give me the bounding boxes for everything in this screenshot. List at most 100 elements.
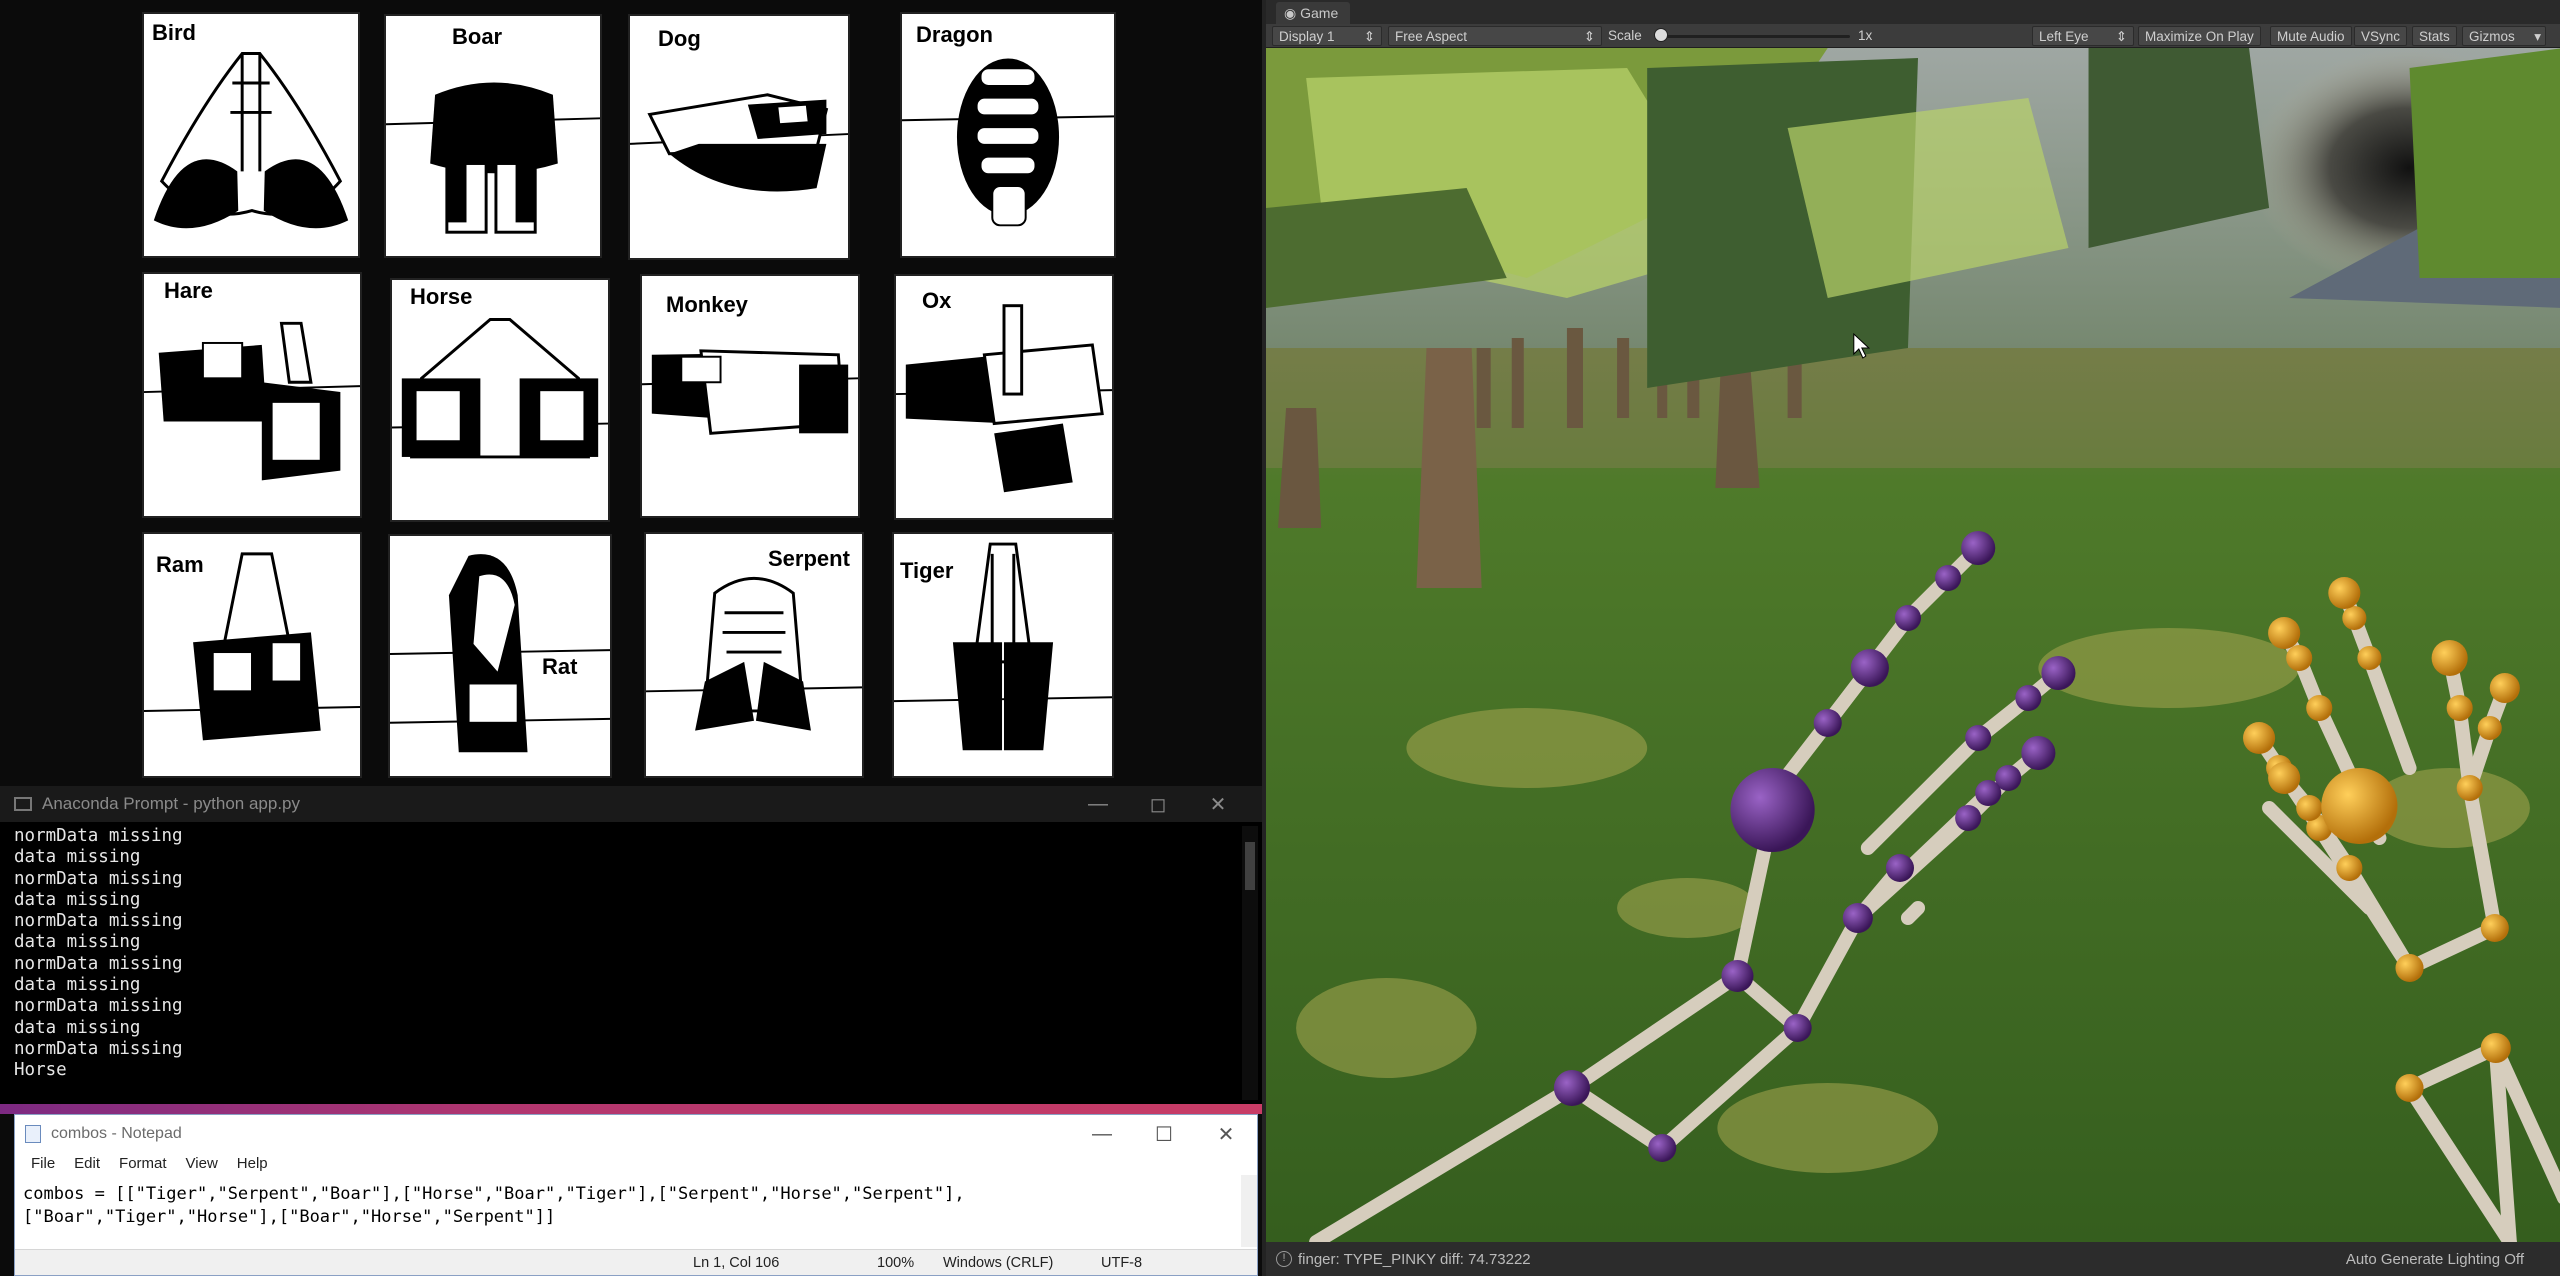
notepad-line-1: combos = [["Tiger","Serpent","Boar"],["H… <box>23 1184 965 1204</box>
sign-label-tiger: Tiger <box>900 558 954 583</box>
eye-label: Left Eye <box>2039 29 2089 44</box>
sign-label-rat: Rat <box>542 654 578 679</box>
console-line: data missing <box>14 1017 141 1038</box>
sign-label-ram: Ram <box>156 552 204 577</box>
display-dropdown[interactable]: Display 1 ⇕ <box>1272 26 1382 46</box>
dropdown-arrow-icon: ⇕ <box>1583 29 1595 44</box>
notepad-maximize-button[interactable]: ☐ <box>1133 1115 1195 1153</box>
minimize-button[interactable]: — <box>1068 786 1128 822</box>
console-line: normData missing <box>14 1038 183 1059</box>
console-line: data missing <box>14 847 141 868</box>
close-button[interactable]: ✕ <box>1188 786 1248 822</box>
sign-label-monkey: Monkey <box>666 292 748 317</box>
sign-label-ox: Ox <box>922 288 952 313</box>
sign-card-bird: Bird <box>142 12 360 258</box>
console-icon <box>14 797 32 811</box>
game-tab-title: Game <box>1300 5 1339 21</box>
menu-format[interactable]: Format <box>111 1153 178 1175</box>
console-line: Horse <box>14 1060 67 1081</box>
notepad-icon <box>25 1125 41 1143</box>
anaconda-title: Anaconda Prompt - python app.py <box>42 794 300 813</box>
menu-edit[interactable]: Edit <box>66 1153 111 1175</box>
lighting-status[interactable]: Auto Generate Lighting Off <box>2346 1251 2524 1268</box>
console-line: normData missing <box>14 826 183 846</box>
horse-hands-illustration <box>392 318 608 459</box>
game-viewport[interactable] <box>1266 48 2560 1242</box>
aspect-dropdown[interactable]: Free Aspect ⇕ <box>1388 26 1602 46</box>
line-ending: Windows (CRLF) <box>943 1255 1054 1271</box>
console-line: data missing <box>14 889 141 910</box>
gizmos-dropdown[interactable]: Gizmos ▾ <box>2462 26 2546 46</box>
dog-hands-illustration <box>630 93 848 192</box>
unity-game-view: ◉ Game Display 1 ⇕ Free Aspect ⇕ Scale 1x … <box>1266 0 2560 1276</box>
maximize-on-play-label: Maximize On Play <box>2145 29 2254 44</box>
sign-label-hare: Hare <box>164 278 213 303</box>
console-output[interactable]: normData missing data missing normData mis… <box>14 826 1232 1100</box>
vsync-toggle[interactable]: VSync <box>2354 26 2408 46</box>
scale-slider[interactable] <box>1658 35 1850 38</box>
sign-card-dragon: Dragon <box>900 12 1116 258</box>
mute-audio-toggle[interactable]: Mute Audio <box>2270 26 2352 46</box>
sign-label-bird: Bird <box>152 20 196 45</box>
sign-card-dog: Dog <box>628 14 850 260</box>
menu-help[interactable]: Help <box>229 1153 279 1175</box>
bird-hands-illustration <box>153 52 349 229</box>
game-status-bar: ! finger: TYPE_PINKY diff: 74.73222 Auto… <box>1266 1242 2560 1276</box>
dropdown-arrow-icon: ⇕ <box>1363 29 1375 44</box>
dragon-hands-illustration <box>902 58 1114 227</box>
display-label: Display 1 <box>1279 29 1335 44</box>
notepad-close-button[interactable]: ✕ <box>1195 1115 1257 1153</box>
game-tab[interactable]: ◉ Game <box>1276 2 1351 24</box>
console-line: data missing <box>14 975 141 996</box>
stats-toggle[interactable]: Stats <box>2412 26 2457 46</box>
maximize-button[interactable]: ◻ <box>1128 786 1188 822</box>
sign-label-boar: Boar <box>452 24 503 49</box>
eye-dropdown[interactable]: Left Eye ⇕ <box>2032 26 2134 46</box>
game-tab-bar: ◉ Game <box>1266 0 2560 24</box>
game-tab-icon: ◉ <box>1284 5 1301 21</box>
sign-card-serpent: Serpent <box>644 532 864 778</box>
sign-label-horse: Horse <box>410 284 473 309</box>
dropdown-arrow-icon: ⇕ <box>2115 29 2127 44</box>
console-scrollbar[interactable] <box>1242 826 1258 1100</box>
dropdown-arrow-icon: ▾ <box>2534 29 2541 44</box>
console-line: normData missing <box>14 911 183 932</box>
console-scroll-thumb[interactable] <box>1245 842 1255 890</box>
notepad-line-2: ["Boar","Tiger","Horse"],["Boar","Horse"… <box>23 1207 556 1227</box>
scale-label: Scale <box>1608 28 1642 43</box>
sign-card-boar: Boar <box>384 14 602 258</box>
notepad-text-area[interactable]: combos = [["Tiger","Serpent","Boar"],["H… <box>23 1183 1233 1245</box>
console-line: normData missing <box>14 868 183 889</box>
notepad-menubar: File Edit Format View Help <box>15 1153 1257 1175</box>
gizmos-label: Gizmos <box>2469 29 2515 44</box>
mute-audio-label: Mute Audio <box>2277 29 2345 44</box>
taskbar-accent-strip <box>0 1104 1262 1114</box>
menu-view[interactable]: View <box>178 1153 229 1175</box>
menu-file[interactable]: File <box>23 1153 66 1175</box>
console-line: data missing <box>14 932 141 953</box>
sign-card-monkey: Monkey <box>640 274 860 518</box>
aspect-label: Free Aspect <box>1395 29 1468 44</box>
notepad-window: combos - Notepad — ☐ ✕ File Edit Format … <box>14 1114 1258 1276</box>
console-line: normData missing <box>14 996 183 1017</box>
hand-sign-chart: Bird Boar Dog Dragon Hare Horse Monkey O… <box>0 0 1262 788</box>
scale-slider-handle[interactable] <box>1654 28 1668 42</box>
sign-label-dragon: Dragon <box>916 22 993 47</box>
hare-hands-illustration <box>144 321 360 481</box>
notepad-title: combos - Notepad <box>51 1125 182 1142</box>
sign-card-rat: Rat <box>388 534 612 778</box>
sign-card-hare: Hare <box>142 272 362 518</box>
sign-card-horse: Horse <box>390 278 610 522</box>
notepad-scrollbar[interactable] <box>1241 1175 1257 1247</box>
sign-card-ox: Ox <box>894 274 1114 520</box>
notepad-minimize-button[interactable]: — <box>1071 1115 1133 1153</box>
sign-card-tiger: Tiger <box>892 532 1114 778</box>
maximize-on-play-toggle[interactable]: Maximize On Play <box>2138 26 2261 46</box>
vsync-label: VSync <box>2361 29 2401 44</box>
sign-label-dog: Dog <box>658 26 701 51</box>
console-status-message[interactable]: finger: TYPE_PINKY diff: 74.73222 <box>1298 1251 1531 1268</box>
scale-value: 1x <box>1858 28 1873 43</box>
boar-hands-illustration <box>386 82 600 234</box>
sign-label-serpent: Serpent <box>768 546 850 571</box>
anaconda-prompt-window: Anaconda Prompt - python app.py — ◻ ✕ no… <box>0 786 1262 1106</box>
